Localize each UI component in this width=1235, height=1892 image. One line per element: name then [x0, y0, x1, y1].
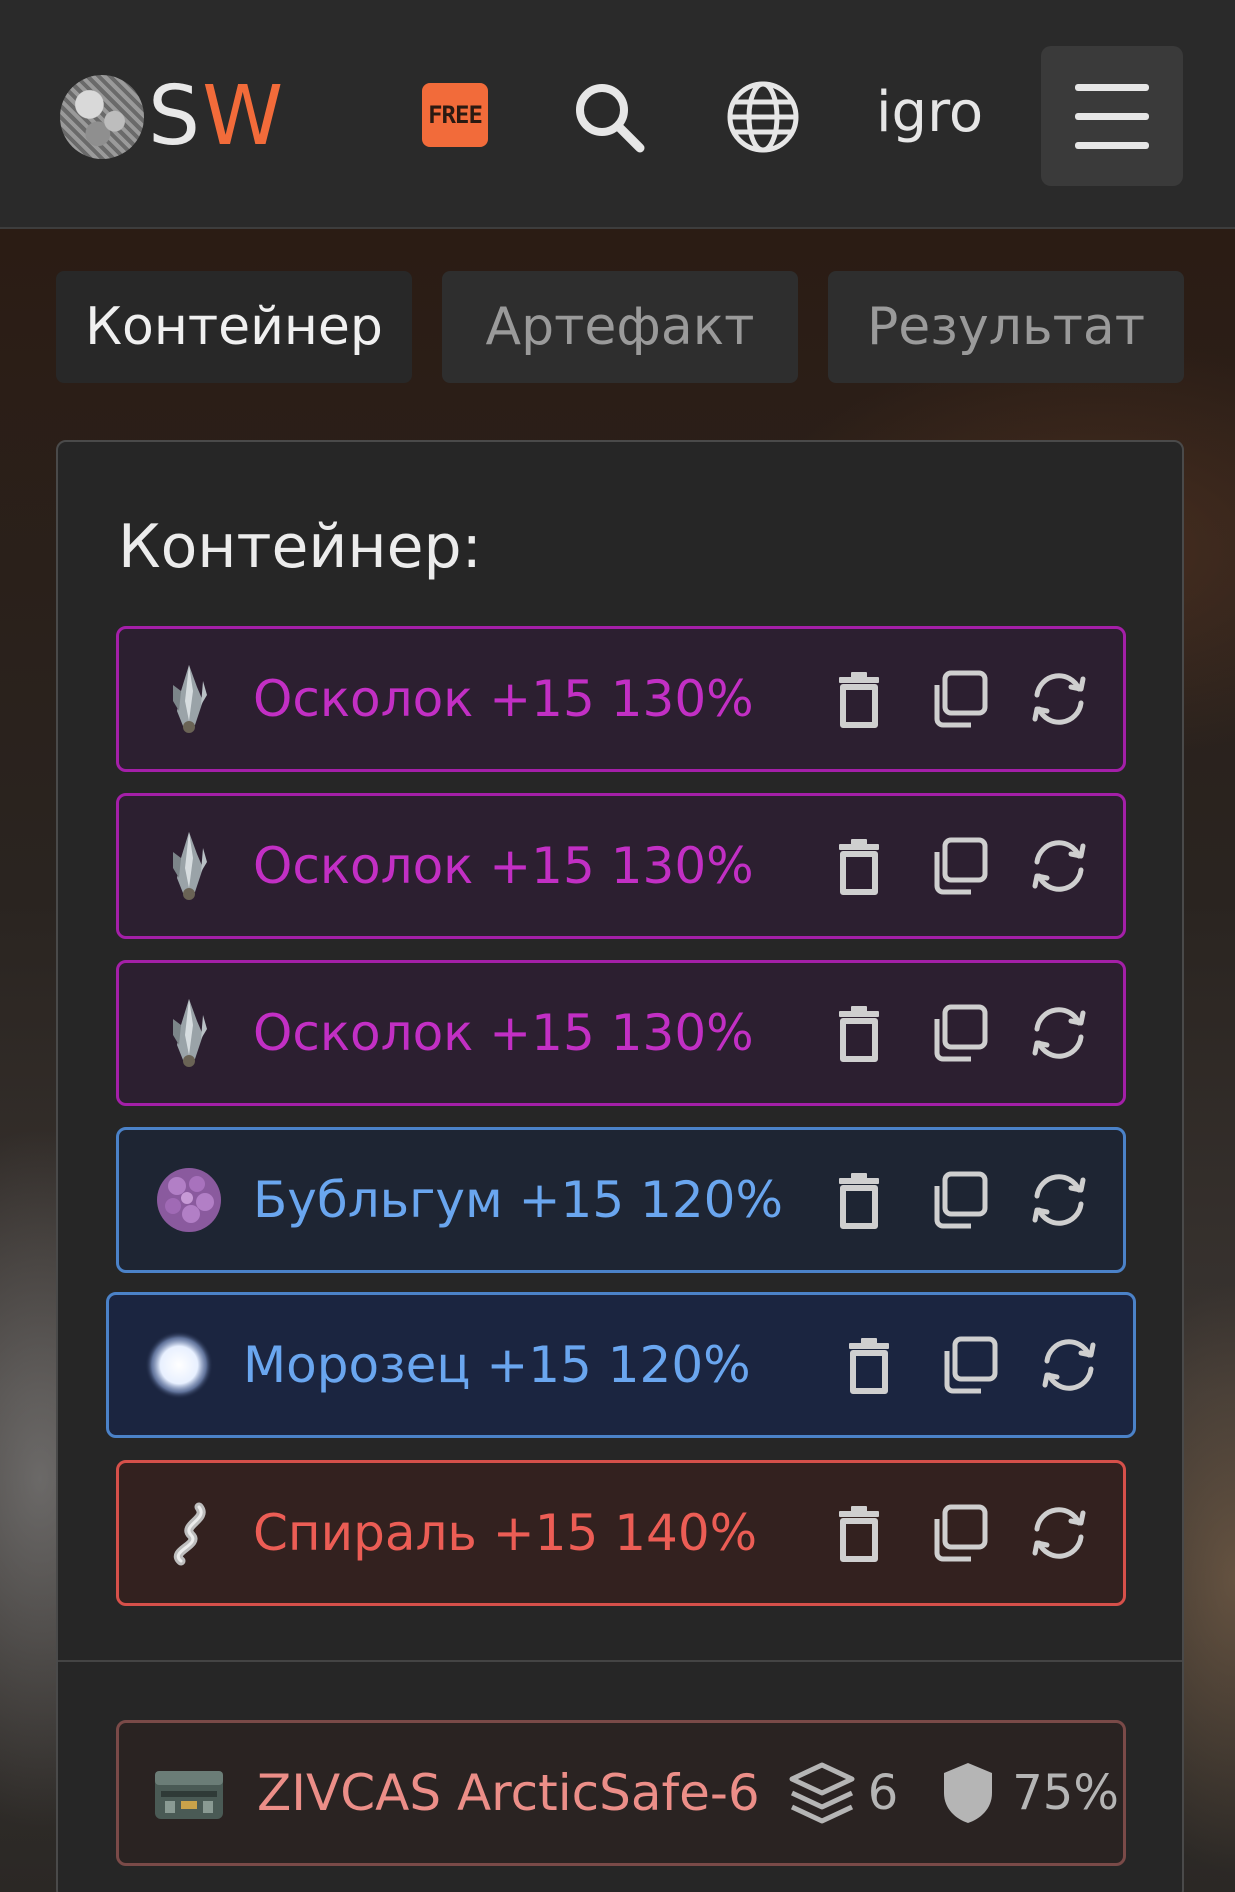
- tab-bar: Контейнер Артефакт Результат: [56, 271, 1184, 383]
- container-panel: Контейнер: Осколок +15 130% Осколок +15 …: [56, 440, 1184, 1892]
- copy-icon[interactable]: [927, 834, 991, 898]
- spiral-icon: [173, 1502, 206, 1566]
- bubblegum-icon: [157, 1168, 221, 1232]
- item-label: Спираль +15 140%: [253, 1504, 758, 1562]
- reroll-icon[interactable]: [1027, 667, 1091, 731]
- item-label: Осколок +15 130%: [253, 1004, 754, 1062]
- copy-icon[interactable]: [927, 667, 991, 731]
- globe-icon[interactable]: [724, 78, 802, 156]
- copy-icon[interactable]: [927, 1168, 991, 1232]
- shard-icon: [173, 665, 207, 733]
- artifact-item-selected[interactable]: Морозец +15 120%: [106, 1292, 1136, 1438]
- delete-icon[interactable]: [827, 1168, 891, 1232]
- logo-letter-s: S: [148, 69, 203, 164]
- delete-icon[interactable]: [827, 1501, 891, 1565]
- item-actions: [837, 1333, 1101, 1397]
- protection-value: 75%: [1012, 1765, 1119, 1821]
- artifact-item[interactable]: Осколок +15 130%: [116, 960, 1126, 1106]
- username[interactable]: igro: [876, 80, 983, 145]
- delete-icon[interactable]: [837, 1333, 901, 1397]
- shard-icon: [173, 999, 207, 1067]
- container-name: ZIVCAS ArcticSafe-6: [257, 1764, 760, 1822]
- logo-globe-icon: [60, 75, 144, 159]
- reroll-icon[interactable]: [1027, 834, 1091, 898]
- panel-divider: [58, 1660, 1182, 1662]
- tab-artifact[interactable]: Артефакт: [442, 271, 798, 383]
- shield-icon: [944, 1763, 993, 1823]
- item-label: Осколок +15 130%: [253, 670, 754, 728]
- menu-button[interactable]: [1041, 46, 1183, 186]
- reroll-icon[interactable]: [1027, 1501, 1091, 1565]
- tab-result[interactable]: Результат: [828, 271, 1184, 383]
- artifact-item[interactable]: Осколок +15 130%: [116, 626, 1126, 772]
- search-icon[interactable]: [570, 78, 648, 156]
- panel-title: Контейнер:: [118, 512, 482, 582]
- container-selector[interactable]: ZIVCAS ArcticSafe-6 6 75%: [116, 1720, 1126, 1866]
- menu-icon-bar: [1075, 83, 1149, 91]
- copy-icon[interactable]: [927, 1501, 991, 1565]
- reroll-icon[interactable]: [1027, 1001, 1091, 1065]
- safe-container-icon: [155, 1771, 223, 1819]
- item-label: Бубльгум +15 120%: [253, 1171, 783, 1229]
- copy-icon[interactable]: [937, 1333, 1001, 1397]
- logo-text: SW: [148, 76, 285, 158]
- item-actions: [827, 1001, 1091, 1065]
- top-header: SW FREE igro: [0, 0, 1235, 229]
- reroll-icon[interactable]: [1037, 1333, 1101, 1397]
- artifact-item[interactable]: Осколок +15 130%: [116, 793, 1126, 939]
- shard-icon: [173, 832, 207, 900]
- artifact-item[interactable]: Спираль +15 140%: [116, 1460, 1126, 1606]
- slot-count: 6: [867, 1765, 899, 1821]
- menu-icon-bar: [1075, 112, 1149, 120]
- delete-icon[interactable]: [827, 834, 891, 898]
- reroll-icon[interactable]: [1027, 1168, 1091, 1232]
- delete-icon[interactable]: [827, 667, 891, 731]
- layers-icon: [789, 1762, 855, 1824]
- logo[interactable]: SW: [60, 75, 285, 159]
- item-label: Морозец +15 120%: [243, 1336, 751, 1394]
- logo-letter-w: W: [202, 69, 286, 164]
- tab-container[interactable]: Контейнер: [56, 271, 412, 383]
- item-actions: [827, 1168, 1091, 1232]
- item-label: Осколок +15 130%: [253, 837, 754, 895]
- menu-icon-bar: [1075, 141, 1149, 149]
- artifact-item[interactable]: Бубльгум +15 120%: [116, 1127, 1126, 1273]
- item-actions: [827, 834, 1091, 898]
- free-badge[interactable]: FREE: [422, 83, 488, 147]
- delete-icon[interactable]: [827, 1001, 891, 1065]
- frost-icon: [145, 1331, 213, 1399]
- item-actions: [827, 667, 1091, 731]
- item-actions: [827, 1501, 1091, 1565]
- copy-icon[interactable]: [927, 1001, 991, 1065]
